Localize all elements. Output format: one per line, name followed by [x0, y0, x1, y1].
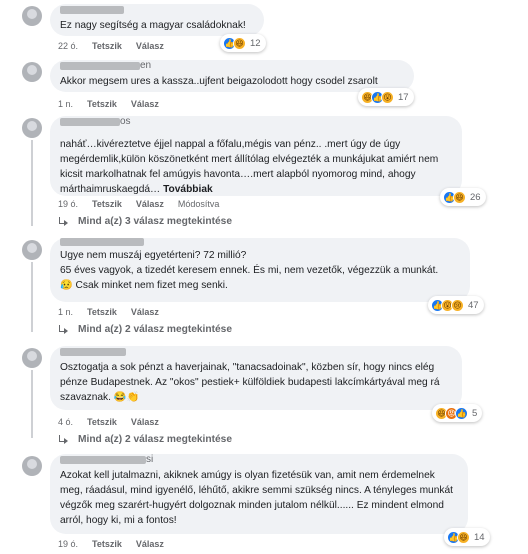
- thread-connector: [31, 370, 33, 438]
- avatar[interactable]: [22, 456, 42, 476]
- author-name-fragment[interactable]: os: [120, 116, 131, 128]
- redacted-author-name: [60, 6, 124, 14]
- see-more-link[interactable]: Továbbiak: [163, 184, 213, 195]
- like-button[interactable]: Tetszik: [87, 99, 117, 109]
- avatar[interactable]: [22, 240, 42, 260]
- haha-reaction-icon: 😆: [233, 36, 246, 50]
- comment-text: naháť…kivéreztetve éjjel nappal a főfalu…: [60, 122, 452, 197]
- comment-bubble: Ugye nem muszáj egyetérteni? 72 millió? …: [50, 238, 470, 302]
- comment-text: Osztogatja a sok pénzt a haverjainak, "t…: [60, 362, 440, 403]
- comment-text: Ez nagy segítség a magyar családoknak!: [60, 20, 246, 31]
- comment-thread: Ez nagy segítség a magyar családoknak! 2…: [0, 0, 528, 554]
- view-replies-button[interactable]: Mind a(z) 2 válasz megtekintése: [58, 434, 232, 445]
- comment-timestamp[interactable]: 19 ó.: [58, 199, 78, 209]
- avatar[interactable]: [22, 62, 42, 82]
- edited-label: Módosítva: [177, 199, 220, 209]
- comment-bubble: Osztogatja a sok pénzt a haverjainak, "t…: [50, 346, 462, 410]
- reaction-count: 17: [398, 91, 409, 103]
- reaction-summary[interactable]: 😆 😡 👍 5: [432, 404, 483, 422]
- like-button[interactable]: Tetszik: [92, 539, 122, 549]
- comment-timestamp[interactable]: 19 ó.: [58, 539, 78, 549]
- reply-button[interactable]: Válasz: [131, 99, 159, 109]
- reaction-count: 14: [474, 531, 485, 543]
- comment-actions: 19 ó. Tetszik Válasz Módosítva: [58, 198, 219, 210]
- like-button[interactable]: Tetszik: [92, 199, 122, 209]
- reply-arrow-icon: [58, 434, 70, 445]
- reply-button[interactable]: Válasz: [136, 199, 164, 209]
- reaction-count: 12: [250, 37, 261, 49]
- reply-button[interactable]: Válasz: [136, 41, 164, 51]
- reply-arrow-icon: [58, 324, 70, 335]
- author-name-fragment[interactable]: en: [140, 60, 151, 72]
- reply-button[interactable]: Válasz: [131, 417, 159, 427]
- reaction-count: 47: [468, 299, 479, 311]
- view-replies-button[interactable]: Mind a(z) 3 válasz megtekintése: [58, 216, 232, 227]
- like-button[interactable]: Tetszik: [92, 41, 122, 51]
- comment-actions: 1 n. Tetszik Válasz: [58, 98, 159, 110]
- comment-actions: 1 n. Tetszik Válasz: [58, 306, 159, 318]
- reaction-count: 5: [472, 407, 478, 419]
- comment-text: Ugye nem muszáj egyetérteni? 72 millió? …: [60, 250, 439, 291]
- redacted-author-name: [60, 348, 126, 356]
- comment-bubble: os naháť…kivéreztetve éjjel nappal a főf…: [50, 116, 462, 196]
- reaction-count: 26: [470, 191, 481, 203]
- comment-bubble: si Azokat kell jutalmazni, akiknek amúgy…: [50, 454, 468, 534]
- haha-reaction-icon: 😆: [457, 530, 470, 544]
- redacted-author-name: [60, 238, 144, 246]
- redacted-author-name: [60, 118, 120, 126]
- like-reaction-icon: 👍: [455, 406, 468, 420]
- author-name-fragment[interactable]: si: [146, 454, 153, 466]
- comment-timestamp[interactable]: 22 ó.: [58, 41, 78, 51]
- thread-connector: [31, 140, 33, 226]
- comment-text: Akkor megsem ures a kassza..ujfent beiga…: [60, 76, 378, 87]
- reaction-summary[interactable]: 👍 😆 12: [220, 34, 266, 52]
- reaction-summary[interactable]: 😆 👍 😮 17: [358, 88, 414, 106]
- comment-actions: 4 ó. Tetszik Válasz: [58, 416, 159, 428]
- like-button[interactable]: Tetszik: [87, 417, 117, 427]
- thread-connector: [31, 262, 33, 332]
- avatar[interactable]: [22, 348, 42, 368]
- comment-actions: 22 ó. Tetszik Válasz: [58, 40, 164, 52]
- sad-reaction-icon: 😢: [451, 298, 464, 312]
- comment-timestamp[interactable]: 1 n.: [58, 307, 73, 317]
- view-replies-button[interactable]: Mind a(z) 2 válasz megtekintése: [58, 324, 232, 335]
- comment-text: Azokat kell jutalmazni, akiknek amúgy is…: [60, 470, 453, 526]
- reply-button[interactable]: Válasz: [131, 307, 159, 317]
- like-button[interactable]: Tetszik: [87, 307, 117, 317]
- avatar[interactable]: [22, 118, 42, 138]
- reply-arrow-icon: [58, 216, 70, 227]
- redacted-author-name: [60, 456, 146, 464]
- comment-timestamp[interactable]: 4 ó.: [58, 417, 73, 427]
- view-replies-label: Mind a(z) 2 válasz megtekintése: [78, 434, 232, 445]
- reaction-summary[interactable]: 👍 😆 14: [444, 528, 490, 546]
- redacted-author-name: [60, 62, 140, 70]
- comment-text-body: naháť…kivéreztetve éjjel nappal a főfalu…: [60, 139, 439, 195]
- comment-bubble: Ez nagy segítség a magyar családoknak!: [50, 4, 264, 36]
- wow-reaction-icon: 😮: [381, 90, 394, 104]
- reaction-summary[interactable]: 👍 😮 😢 47: [428, 296, 484, 314]
- reply-button[interactable]: Válasz: [136, 539, 164, 549]
- reaction-summary[interactable]: 👍 😆 26: [440, 188, 486, 206]
- comment-bubble: en Akkor megsem ures a kassza..ujfent be…: [50, 60, 414, 92]
- comment-timestamp[interactable]: 1 n.: [58, 99, 73, 109]
- view-replies-label: Mind a(z) 2 válasz megtekintése: [78, 324, 232, 335]
- haha-reaction-icon: 😆: [453, 190, 466, 204]
- view-replies-label: Mind a(z) 3 válasz megtekintése: [78, 216, 232, 227]
- avatar[interactable]: [22, 6, 42, 26]
- comment-actions: 19 ó. Tetszik Válasz: [58, 538, 164, 550]
